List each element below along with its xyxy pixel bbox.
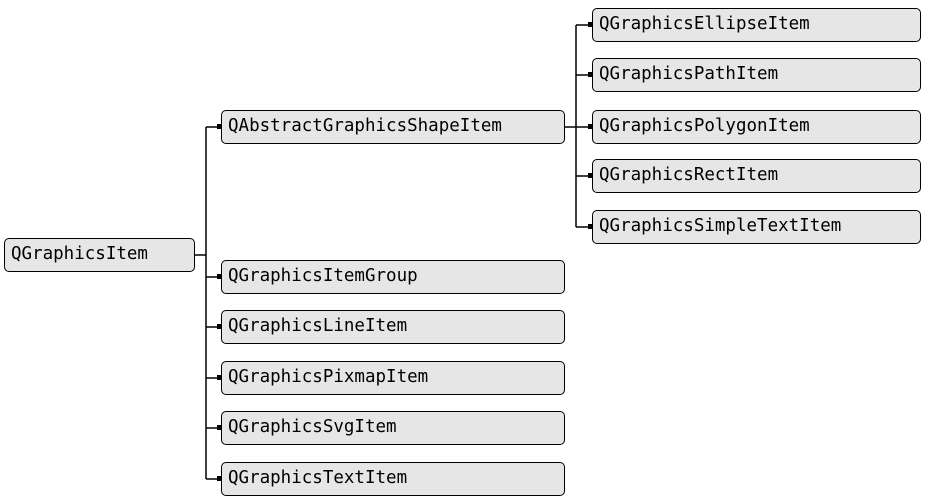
- node-qgraphicspolygonitem: QGraphicsPolygonItem: [592, 110, 921, 144]
- node-qgraphicspixmapitem: QGraphicsPixmapItem: [221, 361, 565, 395]
- node-qabstractgraphicsshapeitem: QAbstractGraphicsShapeItem: [221, 110, 565, 144]
- node-qgraphicssvgitem: QGraphicsSvgItem: [221, 411, 565, 445]
- node-qgraphicslineitem: QGraphicsLineItem: [221, 310, 565, 344]
- node-qgraphicspathitem: QGraphicsPathItem: [592, 58, 921, 92]
- node-qgraphicsellipseitem: QGraphicsEllipseItem: [592, 8, 921, 42]
- node-qgraphicssimpletextitem: QGraphicsSimpleTextItem: [592, 210, 921, 244]
- node-qgraphicsrectitem: QGraphicsRectItem: [592, 159, 921, 193]
- class-hierarchy-diagram: QGraphicsItem QAbstractGraphicsShapeItem…: [0, 0, 931, 499]
- node-qgraphicsitemgroup: QGraphicsItemGroup: [221, 260, 565, 294]
- node-qgraphicstextitem: QGraphicsTextItem: [221, 462, 565, 496]
- node-qgraphicsitem: QGraphicsItem: [4, 238, 195, 272]
